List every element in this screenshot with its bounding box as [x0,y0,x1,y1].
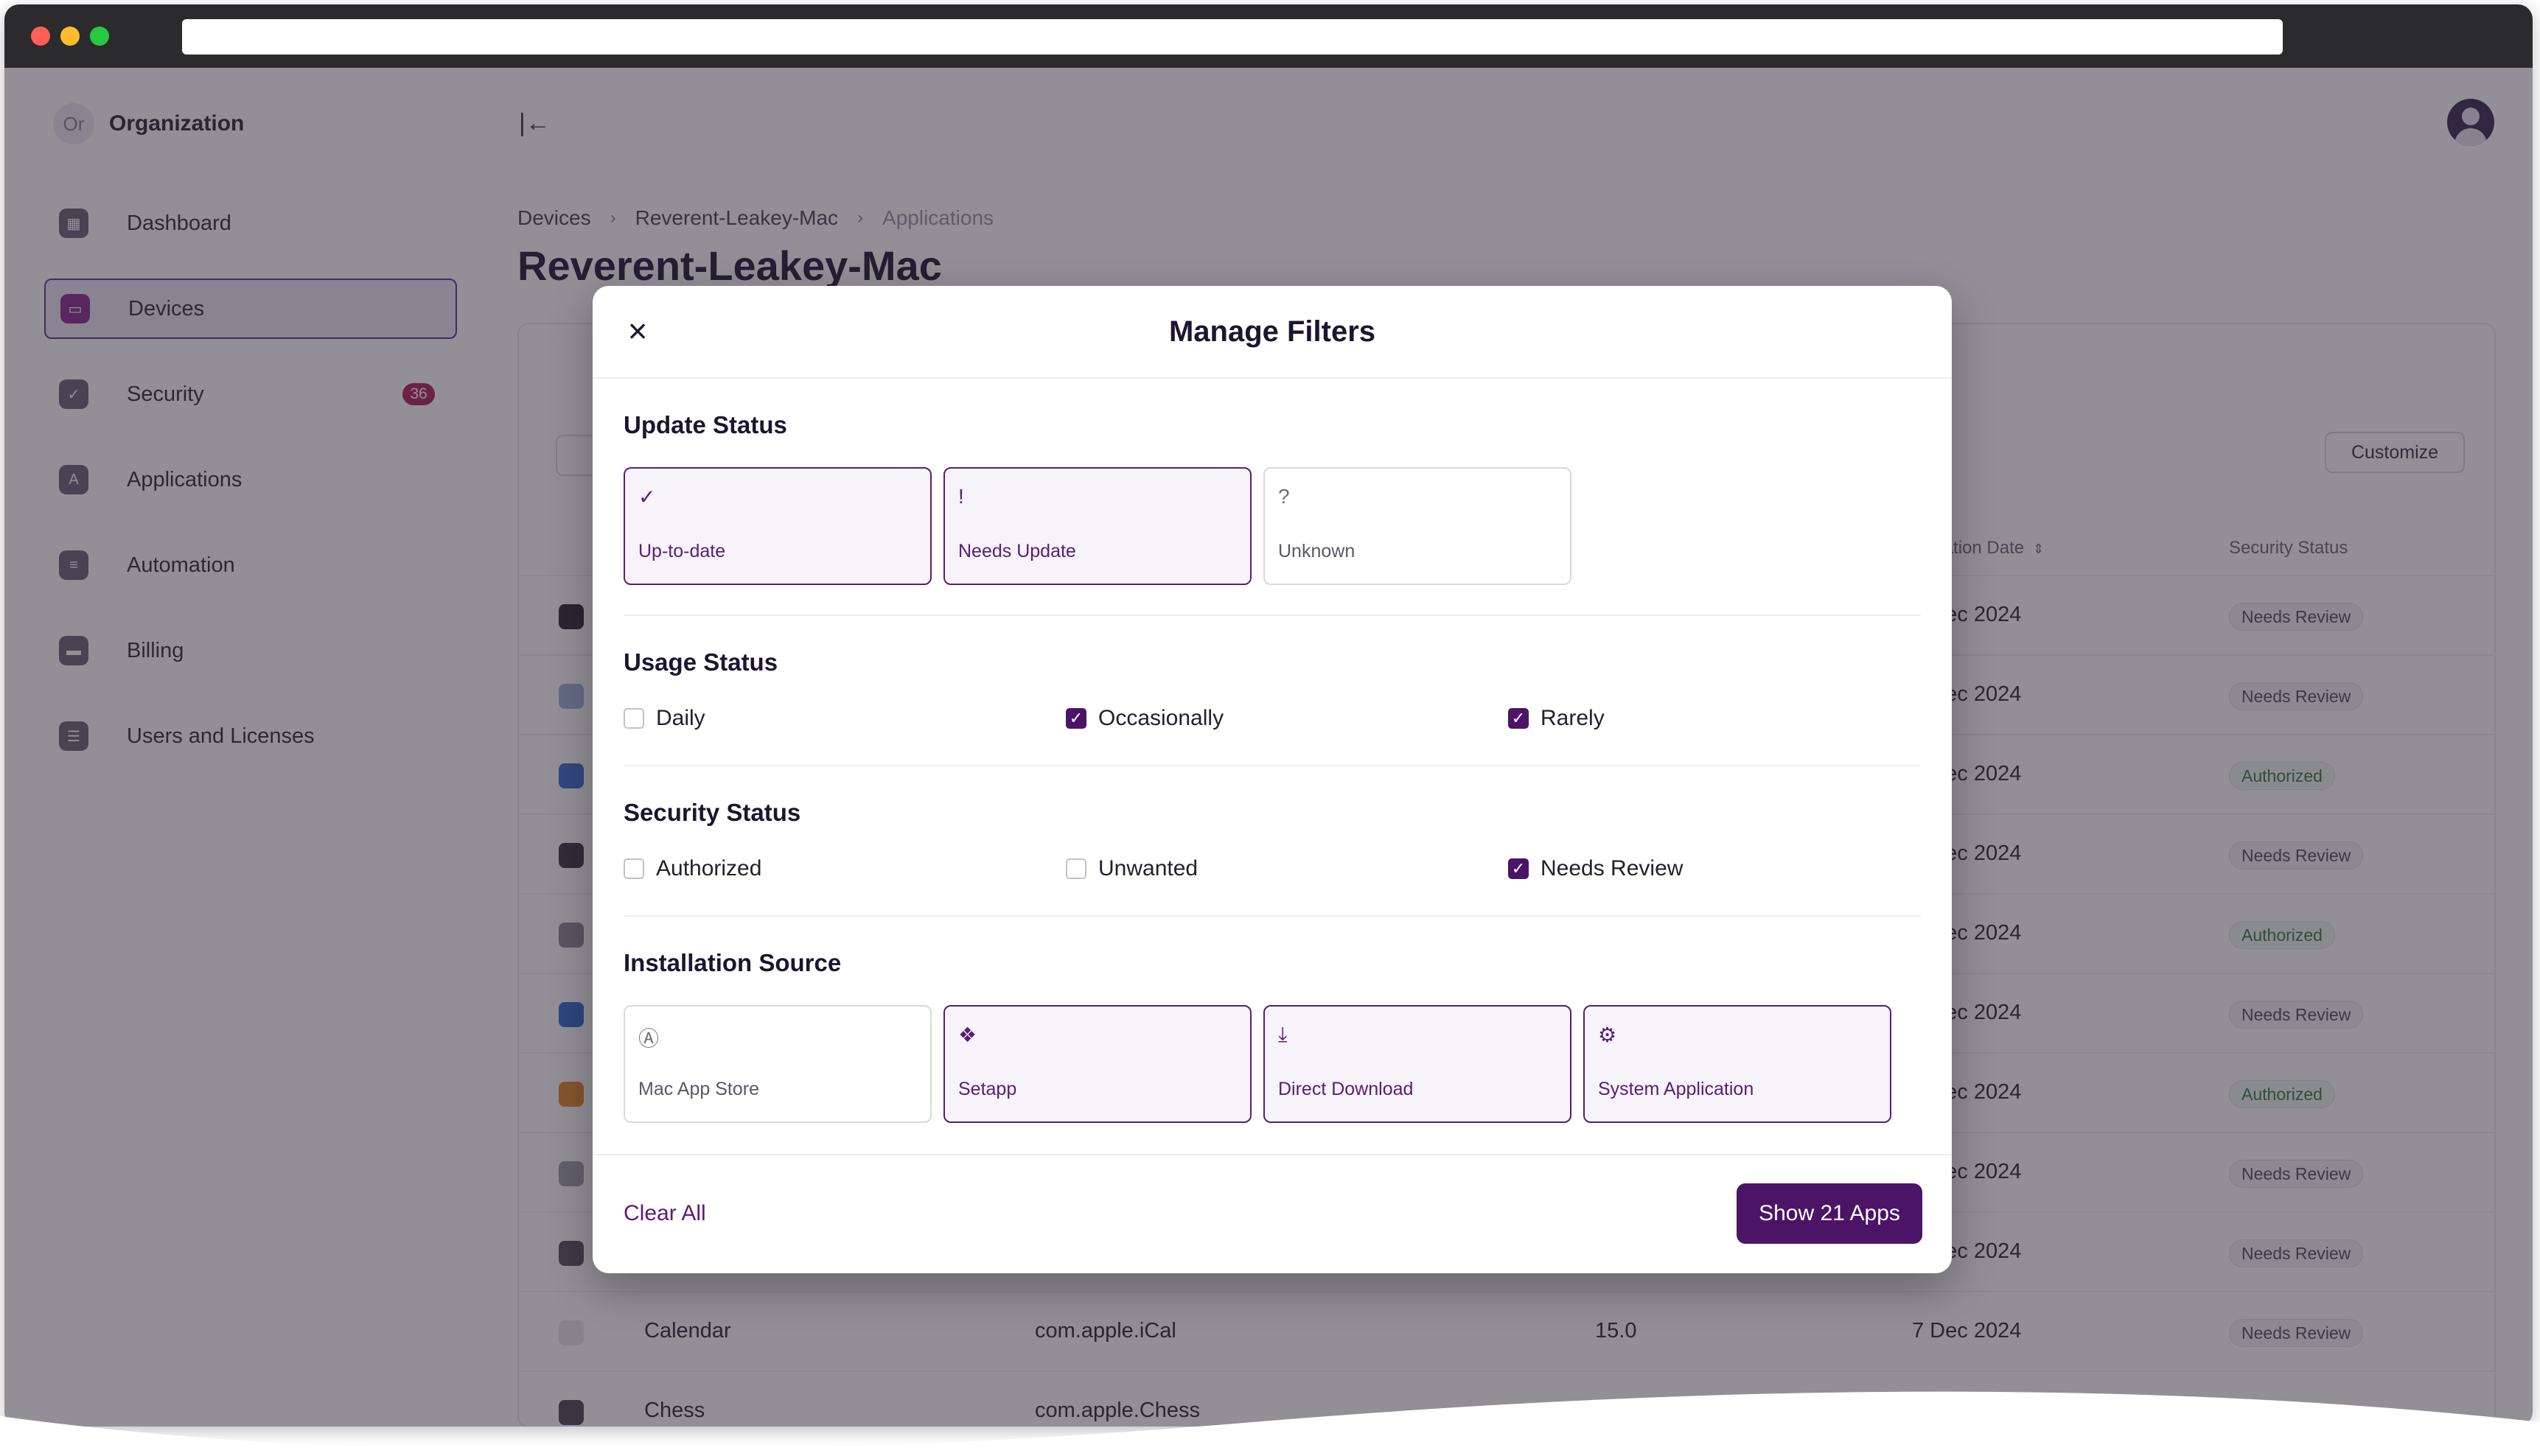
check-circle-icon: ✓ [638,486,656,508]
maximize-window-button[interactable] [90,27,109,46]
security-unwanted-option[interactable]: Unwanted [1066,856,1198,881]
filter-card-setapp[interactable]: ❖ Setapp [943,1005,1252,1123]
question-circle-icon: ? [1278,485,1290,508]
security-needs-review-option[interactable]: ✓ Needs Review [1508,856,1683,881]
checkbox-label: Occasionally [1098,706,1224,730]
security-status-title: Security Status [624,799,801,826]
browser-titlebar [4,4,2533,68]
minimize-window-button[interactable] [60,27,80,46]
checkbox-label: Daily [656,706,705,730]
checkbox[interactable]: ✓ [1508,858,1529,879]
footer-divider [593,1154,1952,1155]
filter-card-system-application[interactable]: ⚙ System Application [1583,1005,1891,1123]
checkbox-label: Rarely [1541,706,1605,730]
section-divider [624,915,1921,917]
checkbox[interactable] [1066,858,1086,879]
filter-card-label: Needs Update [958,541,1076,561]
update-status-title: Update Status [624,411,787,438]
usage-status-title: Usage Status [624,648,778,676]
checkbox-label: Unwanted [1098,856,1199,881]
checkbox[interactable]: ✓ [1508,708,1529,729]
clear-all-link[interactable]: Clear All [624,1201,706,1226]
filter-card-direct-download[interactable]: ⤓ Direct Download [1263,1005,1571,1123]
alert-circle-icon: ! [958,485,964,508]
section-divider [624,765,1921,766]
checkbox[interactable] [624,858,644,879]
modal-title: Manage Filters [1168,315,1376,348]
usage-daily-option[interactable]: Daily [624,706,705,731]
checkbox-label: Authorized [656,856,762,881]
close-window-button[interactable] [31,27,50,46]
checkbox[interactable]: ✓ [1066,708,1086,729]
section-divider [624,615,1921,616]
filter-card-unknown[interactable]: ? Unknown [1263,467,1571,585]
usage-rarely-option[interactable]: ✓ Rarely [1508,706,1605,731]
filter-card-up-to-date[interactable]: ✓ Up-to-date [624,467,932,585]
filter-card-label: Direct Download [1278,1079,1414,1099]
download-icon: ⤓ [1278,1023,1288,1046]
usage-occasionally-option[interactable]: ✓ Occasionally [1066,706,1224,731]
filter-card-mac-app-store[interactable]: Ⓐ Mac App Store [624,1005,932,1123]
manage-filters-modal: × Manage Filters Update Status ✓ Up-to-d… [593,286,1952,1273]
installation-source-title: Installation Source [624,949,842,976]
filter-card-label: Unknown [1278,541,1356,561]
setapp-icon: ❖ [958,1023,977,1046]
modal-header: × Manage Filters [593,286,1952,379]
security-authorized-option[interactable]: Authorized [624,856,761,881]
bottom-wave-decoration [0,1391,2540,1456]
filter-card-label: Mac App Store [638,1079,759,1099]
show-apps-button[interactable]: Show 21 Apps [1737,1183,1922,1244]
filter-card-label: Setapp [958,1079,1017,1099]
filter-card-label: Up-to-date [638,541,726,561]
checkbox-label: Needs Review [1541,856,1684,881]
checkbox[interactable] [624,708,644,729]
address-bar[interactable] [182,19,2283,55]
app-store-icon: Ⓐ [638,1027,660,1050]
filter-card-label: System Application [1598,1079,1754,1099]
browser-window: Or Organization ▦ Dashboard ▭ Devices ✓ … [4,4,2533,1427]
filter-card-needs-update[interactable]: ! Needs Update [943,467,1252,585]
gear-icon: ⚙ [1598,1023,1617,1046]
